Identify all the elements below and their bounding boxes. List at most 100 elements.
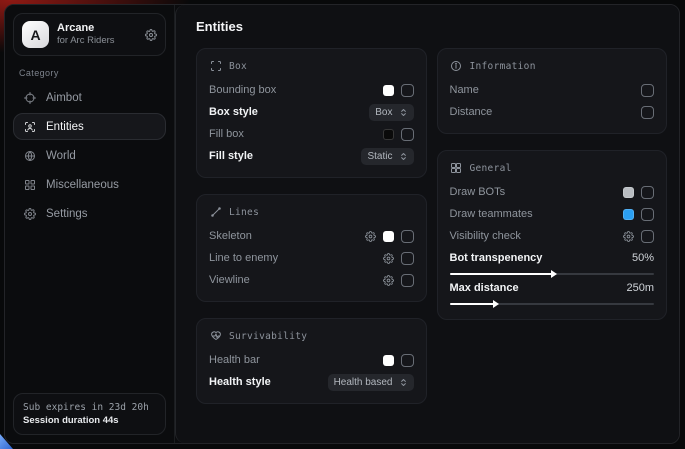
row-controls [383,128,414,141]
setting-label: Skeleton [209,230,357,242]
brand-subtitle: for Arc Riders [57,35,137,47]
setting-row-distance: Distance [450,101,655,123]
slider-thumb[interactable] [551,270,557,278]
setting-label: Visibility check [450,230,616,242]
row-controls [383,274,414,287]
card-columns: Box Bounding box Box style Box Fill box Fill … [196,48,667,404]
row-settings-gear-icon[interactable] [365,231,376,242]
setting-row-fill-style: Fill styleStatic [209,145,414,167]
sidebar: A Arcane for Arc Riders Category Aimbot E… [5,5,175,443]
sidebar-item-label: Entities [46,121,84,133]
checkbox-bounding-box[interactable] [401,84,414,97]
page-title: Entities [196,19,667,34]
brand-text: Arcane for Arc Riders [57,22,137,47]
setting-row-bounding-box: Bounding box [209,79,414,101]
sidebar-item-label: Miscellaneous [46,179,119,191]
line-icon [209,206,222,218]
row-controls [383,354,414,367]
brand-title: Arcane [57,22,137,35]
card-lines: LinesSkeletonLine to enemyViewline [196,194,427,302]
card-survivability: Survivability Health bar Health style Healt… [196,318,427,404]
color-swatch[interactable] [383,85,394,96]
checkbox-viewline[interactable] [401,274,414,287]
checkbox-draw-teammates[interactable] [641,208,654,221]
setting-label: Box style [209,106,361,118]
card-header: Survivability [209,330,414,342]
pulse-icon [209,330,222,342]
misc-grid-icon [23,179,37,191]
card-information: Information Name Distance [437,48,668,134]
card-header: Information [450,60,655,72]
setting-row-fill-box: Fill box [209,123,414,145]
slider-fill [450,273,552,275]
brand-gear-icon[interactable] [145,29,157,41]
row-settings-gear-icon[interactable] [383,275,394,286]
sidebar-item-label: Aimbot [46,92,82,104]
setting-label: Name [450,84,634,96]
sidebar-item-aimbot[interactable]: Aimbot [13,84,166,111]
row-controls [383,84,414,97]
color-swatch[interactable] [623,187,634,198]
sidebar-item-entities[interactable]: Entities [13,113,166,140]
checkbox-distance[interactable] [641,106,654,119]
sidebar-items: Aimbot Entities World Miscellaneous Settings [13,84,166,227]
row-controls [365,230,414,243]
chevrons-updown-icon [399,107,408,118]
slider-label-row: Max distance250m [450,279,655,297]
sidebar-item-label: World [46,150,76,162]
checkbox-draw-bots[interactable] [641,186,654,199]
setting-label: Health style [209,376,320,388]
row-controls: Box [369,104,413,121]
brand-card: A Arcane for Arc Riders [13,13,166,56]
sidebar-item-world[interactable]: World [13,142,166,169]
row-controls [383,252,414,265]
setting-row-visibility-check: Visibility check [450,225,655,247]
row-controls [641,84,654,97]
avatar: A [22,21,49,48]
checkbox-fill-box[interactable] [401,128,414,141]
sub-expires-text: Sub expires in 23d 20h [23,401,156,414]
row-settings-gear-icon[interactable] [623,231,634,242]
color-swatch[interactable] [383,231,394,242]
sidebar-item-settings[interactable]: Settings [13,200,166,227]
setting-label: Health bar [209,354,375,366]
slider-track[interactable] [450,303,655,305]
setting-row-box-style: Box style Box [209,101,414,123]
row-controls [623,230,654,243]
select-value: Health based [334,377,393,388]
setting-row-viewline: Viewline [209,269,414,291]
sidebar-item-label: Settings [46,208,88,220]
category-label: Category [19,68,160,78]
checkbox-health-bar[interactable] [401,354,414,367]
card-title: Information [470,61,536,72]
slider-thumb[interactable] [493,300,499,308]
slider-value: 50% [632,252,654,264]
setting-label: Draw teammates [450,208,616,220]
left-column: Box Bounding box Box style Box Fill box Fill … [196,48,427,404]
row-controls [623,186,654,199]
card-header: Box [209,60,414,72]
checkbox-line-to-enemy[interactable] [401,252,414,265]
slider-label: Bot transpenency [450,252,632,264]
setting-row-skeleton: Skeleton [209,225,414,247]
row-settings-gear-icon[interactable] [383,253,394,264]
card-box: Box Bounding box Box style Box Fill box Fill … [196,48,427,178]
setting-row-draw-teammates: Draw teammates [450,203,655,225]
select-health-style[interactable]: Health based [328,374,414,391]
color-swatch[interactable] [383,129,394,140]
chevrons-updown-icon [399,151,408,162]
sidebar-spacer [13,227,166,393]
color-swatch[interactable] [383,355,394,366]
select-box-style[interactable]: Box [369,104,413,121]
slider-track[interactable] [450,273,655,275]
checkbox-visibility-check[interactable] [641,230,654,243]
select-fill-style[interactable]: Static [361,148,413,165]
color-swatch[interactable] [623,209,634,220]
setting-label: Fill box [209,128,375,140]
sidebar-item-miscellaneous[interactable]: Miscellaneous [13,171,166,198]
setting-label: Distance [450,106,634,118]
chevrons-updown-icon [399,377,408,388]
checkbox-skeleton[interactable] [401,230,414,243]
checkbox-name[interactable] [641,84,654,97]
subscription-card: Sub expires in 23d 20h Session duration … [13,393,166,435]
